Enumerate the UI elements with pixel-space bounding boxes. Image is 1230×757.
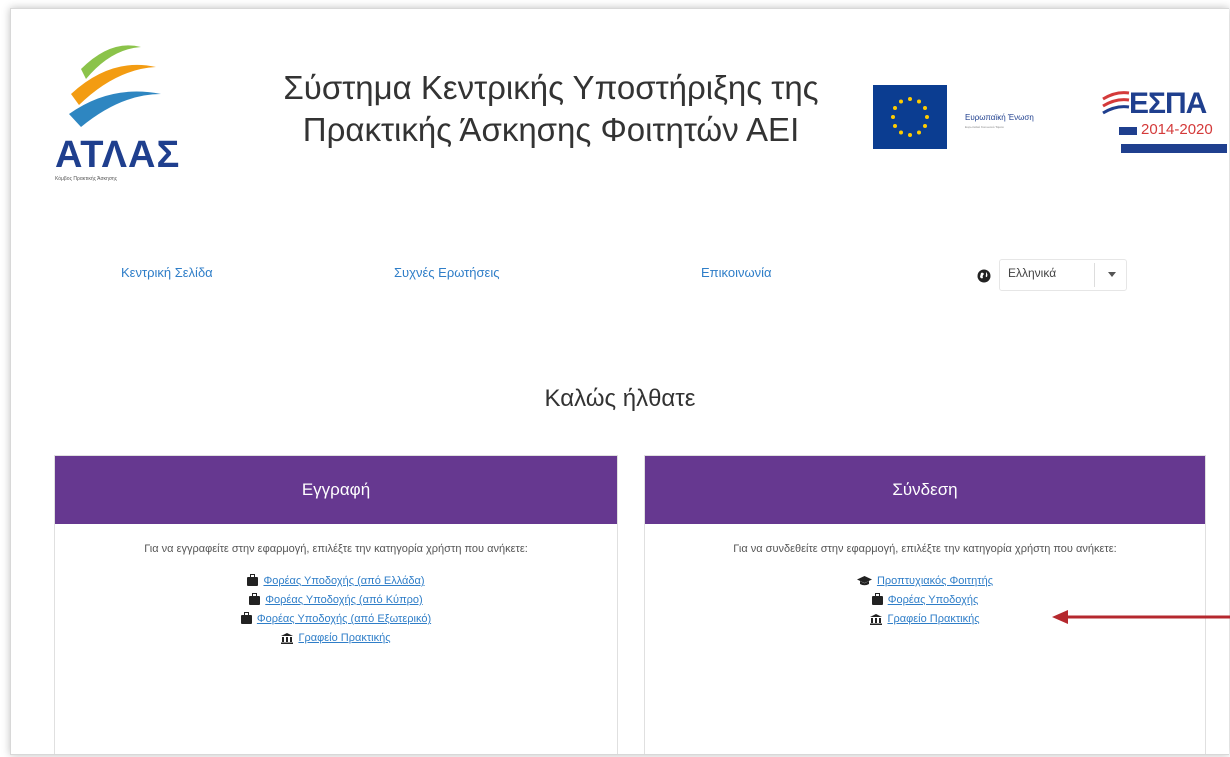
espa-logo: ΕΣΠΑ 2014-2020 [1101,87,1229,167]
login-internship-office-link[interactable]: Γραφείο Πρακτικής [887,613,979,625]
bank-icon [281,632,294,644]
briefcase-icon [249,592,261,605]
register-host-greece-link[interactable]: Φορέας Υποδοχής (από Ελλάδα) [263,575,424,587]
caret-down-icon [1108,272,1116,277]
nav-home-link[interactable]: Κεντρική Σελίδα [121,265,213,280]
list-item: Γραφείο Πρακτικής [55,629,617,648]
login-panel: Σύνδεση Για να συνδεθείτε στην εφαρμογή,… [644,455,1206,754]
register-host-abroad-link[interactable]: Φορέας Υποδοχής (από Εξωτερικό) [257,613,431,625]
atlas-logo-text: ΑΤΛΑΣ [55,134,181,176]
login-host-organization-link[interactable]: Φορέας Υποδοχής [888,594,979,606]
atlas-swoosh-icon [69,45,161,127]
graduation-cap-icon [856,576,872,586]
espa-years: 2014-2020 [1141,121,1213,138]
eu-flag-icon [873,85,947,149]
register-panel-title: Εγγραφή [55,456,617,524]
eu-logo: Ευρωπαϊκή Ένωση Ευρωπαϊκό Κοινωνικό Ταμε… [873,79,1088,159]
title-line-1: Σύστημα Κεντρικής Υποστήριξης της [283,69,819,106]
login-description: Για να συνδεθείτε στην εφαρμογή, επιλέξτ… [733,543,1117,555]
register-description: Για να εγγραφείτε στην εφαρμογή, επιλέξτ… [144,543,528,555]
list-item: Φορέας Υποδοχής (από Ελλάδα) [55,572,617,591]
annotation-arrow-icon [1052,610,1230,624]
login-undergraduate-student-link[interactable]: Προπτυχιακός Φοιτητής [877,575,993,587]
nav-contact-link[interactable]: Επικοινωνία [701,265,772,280]
language-dropdown[interactable]: Ελληνικά [999,259,1127,291]
espa-footer-bar [1121,144,1227,153]
atlas-logo[interactable]: ΑΤΛΑΣ Κόμβος Πρακτικής Άσκησης [41,39,191,189]
list-item: Φορέας Υποδοχής (από Εξωτερικό) [55,610,617,629]
title-line-2: Πρακτικής Άσκησης Φοιτητών ΑΕΙ [302,111,800,148]
page-title: Σύστημα Κεντρικής Υποστήριξης της Πρακτι… [221,67,881,151]
espa-swoosh-icon [1102,91,1130,115]
dropdown-divider [1094,263,1095,287]
register-host-cyprus-link[interactable]: Φορέας Υποδοχής (από Κύπρο) [265,594,422,606]
nav-faq-link[interactable]: Συχνές Ερωτήσεις [394,265,500,280]
espa-title: ΕΣΠΑ [1129,87,1207,120]
list-item: Φορέας Υποδοχής (από Κύπρο) [55,591,617,610]
globe-icon [977,269,991,283]
briefcase-icon [247,573,259,586]
register-links: Φορέας Υποδοχής (από Ελλάδα) Φορέας Υποδ… [55,572,617,648]
espa-bar [1119,127,1137,135]
language-selected: Ελληνικά [1008,266,1057,280]
list-item: Προπτυχιακός Φοιτητής [645,572,1205,591]
briefcase-icon [240,611,252,624]
login-panel-title: Σύνδεση [645,456,1205,524]
register-panel: Εγγραφή Για να εγγραφείτε στην εφαρμογή,… [54,455,618,754]
bank-icon [870,613,883,625]
briefcase-icon [871,592,883,605]
atlas-logo-tagline: Κόμβος Πρακτικής Άσκησης [55,176,118,182]
welcome-heading: Καλώς ήλθατε [544,385,696,412]
register-internship-office-link[interactable]: Γραφείο Πρακτικής [298,632,390,644]
eu-label: Ευρωπαϊκή Ένωση [965,113,1034,122]
eu-sublabel: Ευρωπαϊκό Κοινωνικό Ταμείο [965,125,1004,129]
page-frame: ΑΤΛΑΣ Κόμβος Πρακτικής Άσκησης Σύστημα Κ… [10,8,1229,755]
